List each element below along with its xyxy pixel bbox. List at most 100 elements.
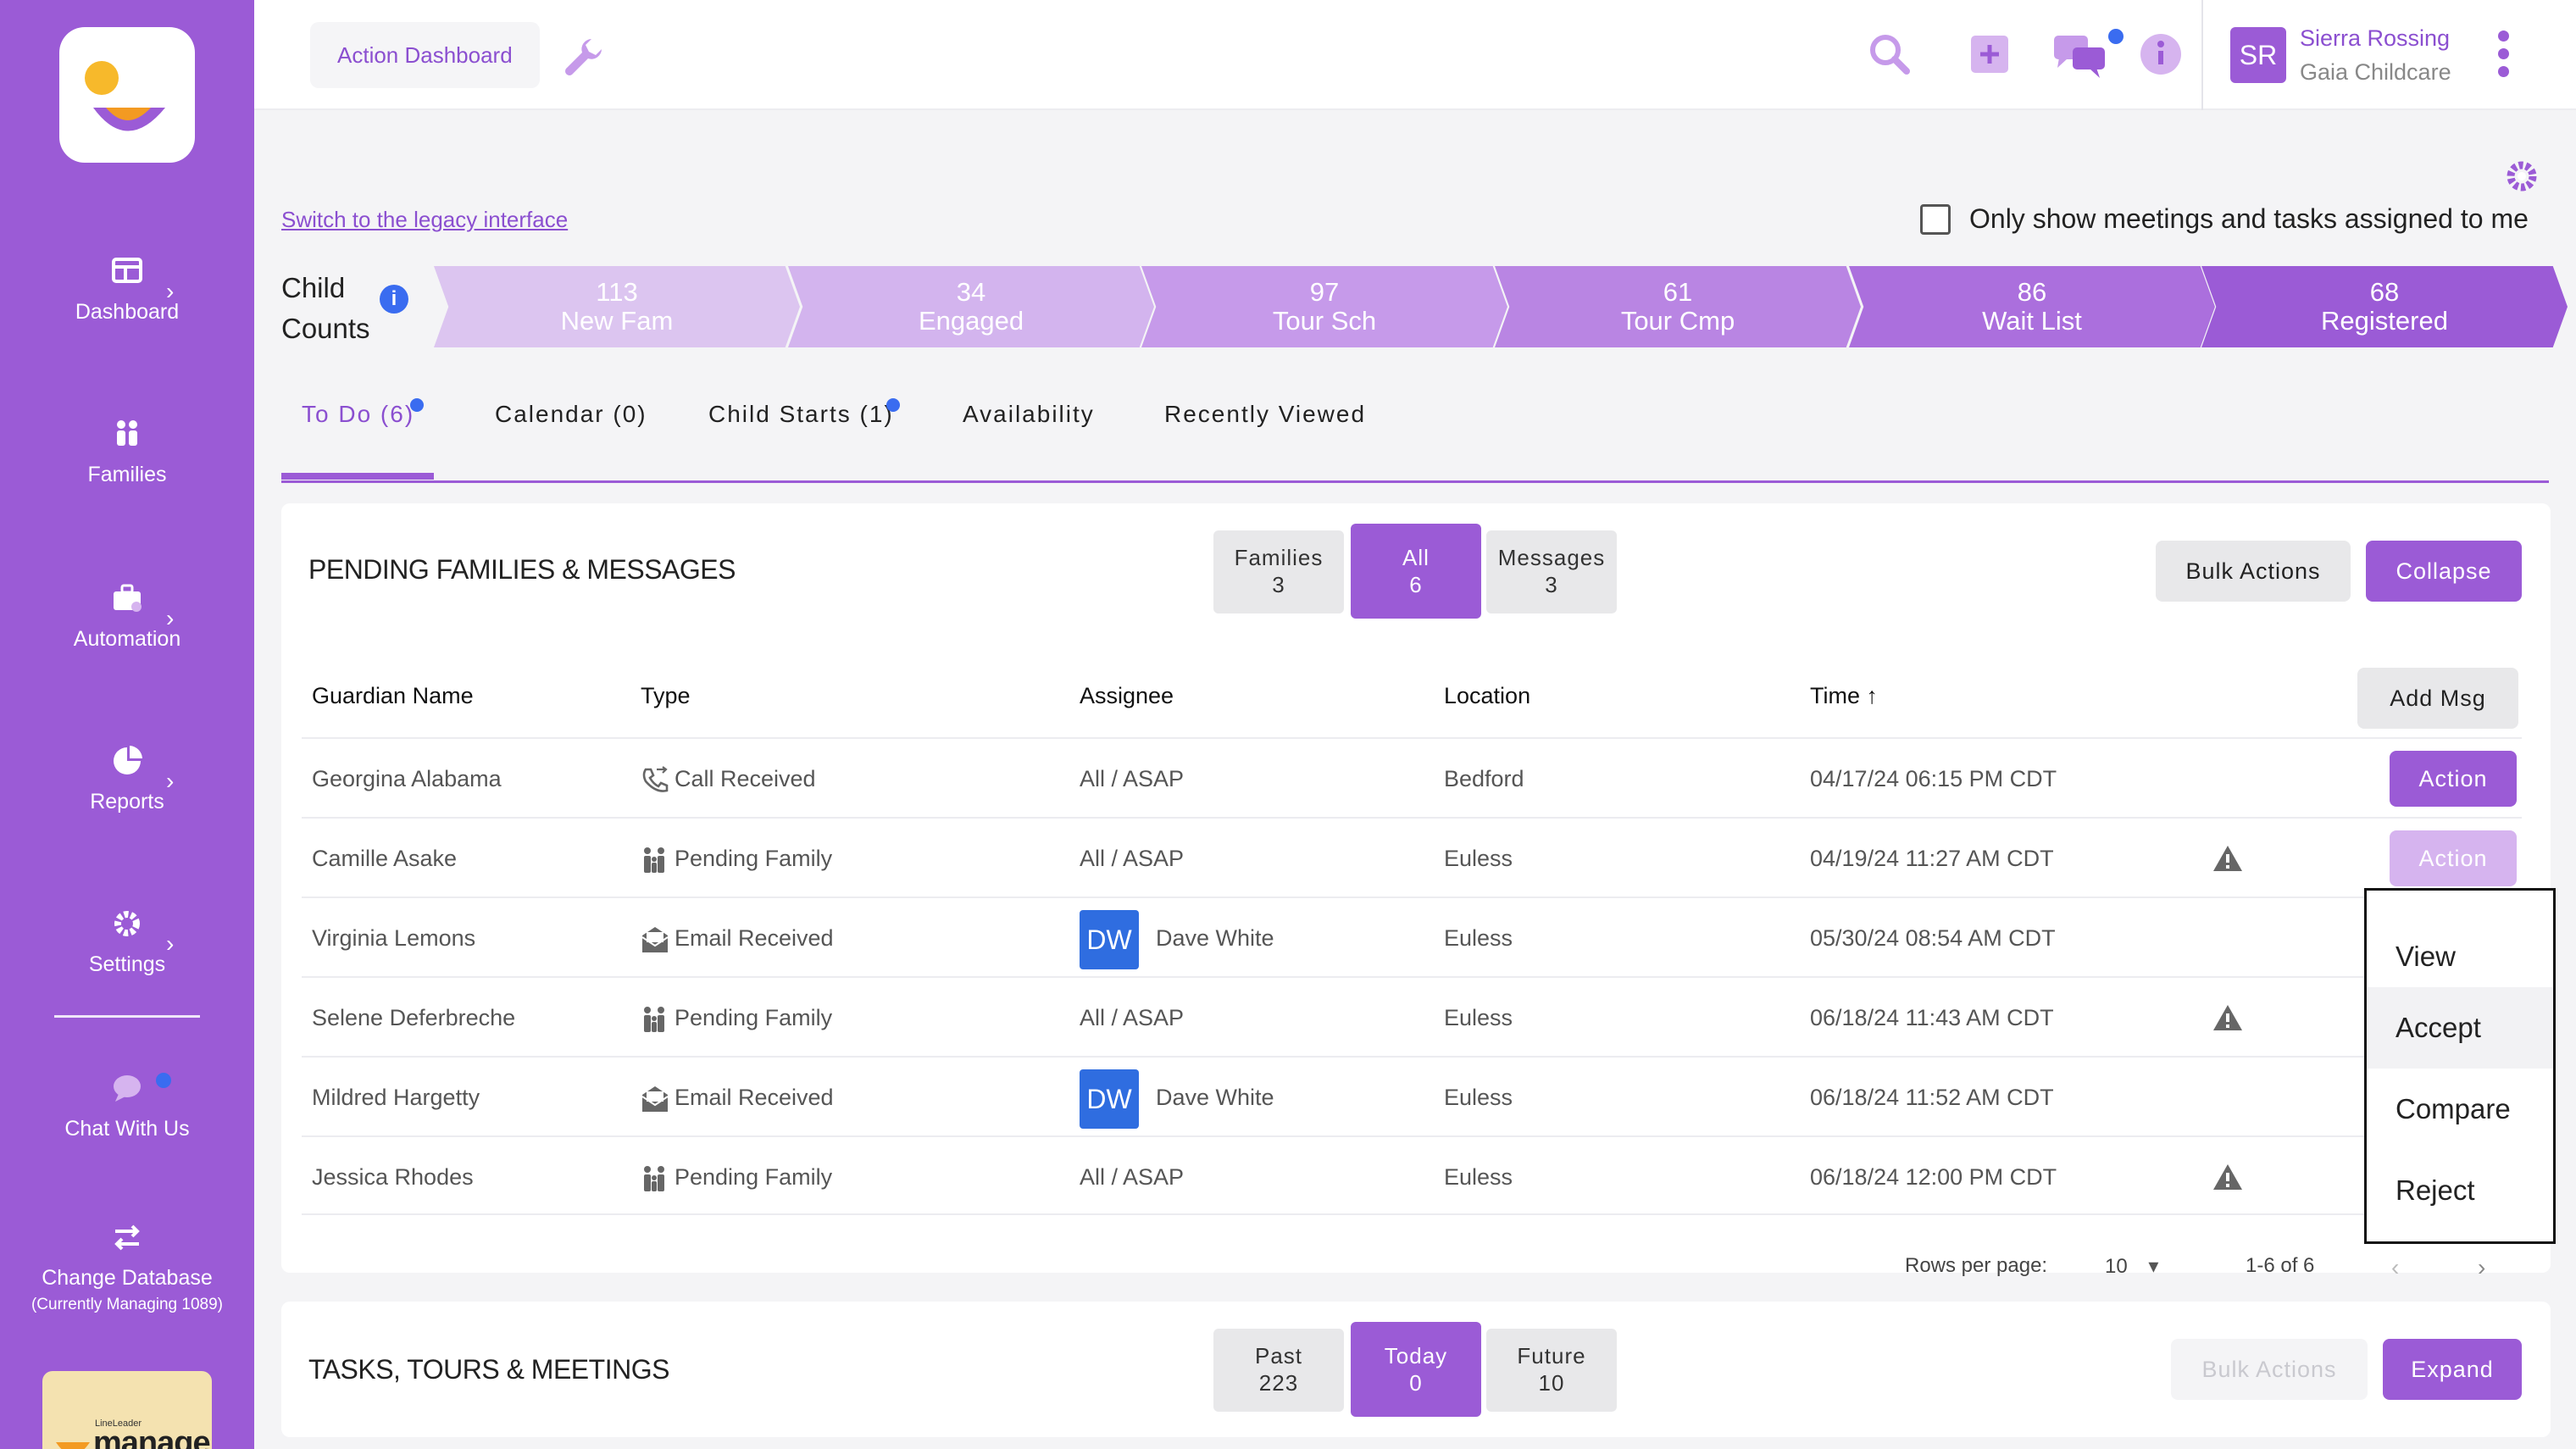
row-type: Pending Family xyxy=(641,1137,832,1217)
action-menu: View Accept Compare Reject xyxy=(2364,888,2556,1244)
gear-icon[interactable] xyxy=(2503,158,2540,195)
sidebar-item-families[interactable]: Families xyxy=(0,417,254,487)
table-row[interactable]: Jessica Rhodes Pending Family All / ASAP… xyxy=(302,1135,2522,1215)
brand-mark-icon xyxy=(56,1442,90,1449)
expand-button[interactable]: Expand xyxy=(2383,1339,2522,1400)
guardian-name[interactable]: Mildred Hargetty xyxy=(312,1058,480,1137)
chevron-right-icon: › xyxy=(166,930,175,957)
column-assignee[interactable]: Assignee xyxy=(1080,683,1174,709)
guardian-name[interactable]: Camille Asake xyxy=(312,819,457,898)
warning-icon[interactable] xyxy=(2212,844,2244,873)
info-icon[interactable]: i xyxy=(380,285,408,314)
funnel-stage-wait-list[interactable]: 86 Wait List xyxy=(1849,266,2215,347)
sidebar-item-label: Settings xyxy=(88,952,166,976)
assigned-to-me-checkbox[interactable] xyxy=(1920,203,1951,235)
guardian-name[interactable]: Georgina Alabama xyxy=(312,739,502,819)
notification-dot xyxy=(2108,29,2124,44)
bulk-actions-button[interactable]: Bulk Actions xyxy=(2156,541,2351,602)
search-icon[interactable] xyxy=(1864,29,1915,80)
lineleader-manage-card[interactable]: LineLeader manage xyxy=(42,1371,212,1449)
previous-page-icon[interactable]: ‹ xyxy=(2391,1254,2399,1281)
email-icon xyxy=(641,926,669,952)
table-row[interactable]: Mildred Hargetty Email Received DW Dave W… xyxy=(302,1056,2522,1135)
sidebar-item-dashboard[interactable]: Dashboard › xyxy=(0,254,254,325)
time: 06/18/24 12:00 PM CDT xyxy=(1810,1164,2057,1190)
info-icon[interactable] xyxy=(2139,32,2183,76)
time: 05/30/24 08:54 AM CDT xyxy=(1810,925,2056,951)
email-icon xyxy=(641,1085,669,1112)
filter-all[interactable]: All 6 xyxy=(1351,524,1481,619)
menu-item-reject[interactable]: Reject xyxy=(2367,1150,2553,1231)
rows-per-page-select[interactable]: 10 ▾ xyxy=(2105,1254,2158,1279)
table-row[interactable]: Virginia Lemons Email Received DW Dave Wh… xyxy=(302,897,2522,976)
column-guardian-name[interactable]: Guardian Name xyxy=(312,683,474,709)
row-type: Pending Family xyxy=(641,978,832,1058)
user-organization: Gaia Childcare xyxy=(2300,59,2451,85)
more-options-icon[interactable] xyxy=(2498,31,2512,84)
column-type[interactable]: Type xyxy=(641,683,691,709)
column-location[interactable]: Location xyxy=(1444,683,1530,709)
brand-name: manage xyxy=(93,1425,211,1449)
table-row[interactable]: Selene Deferbreche Pending Family All / … xyxy=(302,976,2522,1056)
menu-item-compare[interactable]: Compare xyxy=(2367,1069,2553,1150)
swap-arrows-icon xyxy=(114,1224,140,1251)
sidebar-item-chat[interactable]: Chat With Us xyxy=(0,1071,254,1141)
avatar[interactable]: SR xyxy=(2230,27,2286,83)
guardian-name[interactable]: Selene Deferbreche xyxy=(312,978,515,1058)
filter-messages[interactable]: Messages 3 xyxy=(1486,530,1617,613)
active-tab-indicator xyxy=(281,473,434,480)
action-button[interactable]: Action xyxy=(2390,751,2517,807)
gear-icon xyxy=(114,911,140,936)
sidebar-item-reports[interactable]: Reports › xyxy=(0,744,254,814)
sidebar-item-label: Automation xyxy=(73,627,181,651)
chevron-right-icon: › xyxy=(166,605,175,631)
tab-recently-viewed[interactable]: Recently Viewed xyxy=(1164,391,1366,437)
sidebar-item-settings[interactable]: Settings › xyxy=(0,907,254,977)
rows-per-page-label: Rows per page: xyxy=(1905,1254,2048,1277)
sidebar-item-automation[interactable]: Automation › xyxy=(0,581,254,652)
chat-bubble-icon xyxy=(114,1075,141,1102)
sidebar: Dashboard › Families Automation › Report… xyxy=(0,0,254,1449)
messages-icon[interactable] xyxy=(2052,32,2108,80)
assigned-to-me-filter[interactable]: Only show meetings and tasks assigned to… xyxy=(1920,203,2529,235)
sidebar-item-change-database[interactable]: Change Database (Currently Managing 1089… xyxy=(0,1220,254,1314)
app-logo[interactable] xyxy=(59,27,195,163)
chevron-right-icon: › xyxy=(166,278,175,304)
column-time[interactable]: Time ↑ xyxy=(1810,683,1878,709)
guardian-name[interactable]: Virginia Lemons xyxy=(312,898,475,978)
notification-dot xyxy=(156,1073,171,1088)
user-name[interactable]: Sierra Rossing xyxy=(2300,25,2450,52)
sidebar-item-label: Families xyxy=(87,463,167,486)
tab-child-starts[interactable]: Child Starts (1) xyxy=(708,391,894,437)
warning-icon[interactable] xyxy=(2212,1163,2244,1191)
filter-families[interactable]: Families 3 xyxy=(1213,530,1344,613)
filter-past[interactable]: Past 223 xyxy=(1213,1329,1344,1412)
breadcrumb[interactable]: Action Dashboard xyxy=(310,22,540,88)
next-page-icon[interactable]: › xyxy=(2478,1254,2485,1281)
wrench-icon[interactable] xyxy=(559,34,607,81)
location: Euless xyxy=(1444,1085,1513,1110)
funnel-stage-new-fam[interactable]: 113 New Fam xyxy=(434,266,800,347)
tab-availability[interactable]: Availability xyxy=(963,391,1095,437)
add-icon[interactable] xyxy=(1969,34,2010,75)
filter-future[interactable]: Future 10 xyxy=(1486,1329,1617,1412)
funnel-stage-tour-cmp[interactable]: 61 Tour Cmp xyxy=(1495,266,1861,347)
funnel-stage-registered[interactable]: 68 Registered xyxy=(2201,266,2568,347)
table-row[interactable]: Georgina Alabama Call Received All / ASA… xyxy=(302,737,2522,817)
collapse-button[interactable]: Collapse xyxy=(2366,541,2522,602)
tab-calendar[interactable]: Calendar (0) xyxy=(495,391,647,437)
funnel-stage-engaged[interactable]: 34 Engaged xyxy=(788,266,1154,347)
funnel-stage-tour-sch[interactable]: 97 Tour Sch xyxy=(1141,266,1507,347)
add-message-button[interactable]: Add Msg xyxy=(2357,668,2518,729)
bulk-actions-button[interactable]: Bulk Actions xyxy=(2171,1339,2368,1400)
table-row[interactable]: Camille Asake Pending Family All / ASAP … xyxy=(302,817,2522,897)
location: Euless xyxy=(1444,1005,1513,1030)
menu-item-view[interactable]: View xyxy=(2367,916,2553,997)
menu-item-accept[interactable]: Accept xyxy=(2367,987,2553,1069)
action-button[interactable]: Action xyxy=(2390,830,2517,886)
legacy-interface-link[interactable]: Switch to the legacy interface xyxy=(281,207,568,233)
filter-today[interactable]: Today 0 xyxy=(1351,1322,1481,1417)
guardian-name[interactable]: Jessica Rhodes xyxy=(312,1137,474,1217)
warning-icon[interactable] xyxy=(2212,1003,2244,1032)
tab-to-do[interactable]: To Do (6) xyxy=(302,391,414,437)
